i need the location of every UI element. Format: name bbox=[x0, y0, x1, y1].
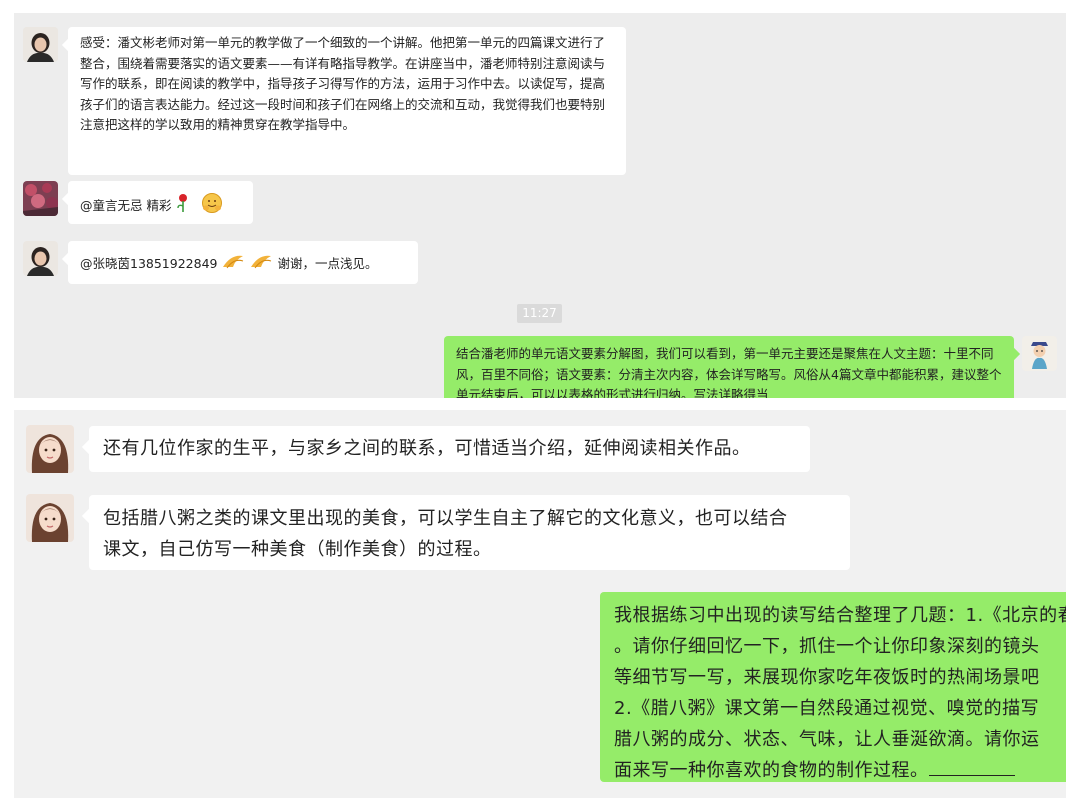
clap-icon bbox=[249, 252, 273, 277]
message-bubble[interactable]: @童言无忌 精彩 bbox=[61, 181, 253, 224]
message-text: 感受：潘文彬老师对第一单元的教学做了一个细致的一个讲解。他把第一单元的四篇课文进… bbox=[80, 35, 606, 132]
my-message-bubble[interactable]: 我根据练习中出现的读写结合整理了几题：1.《北京的春节》 。请你仔细回忆一下，抓… bbox=[600, 592, 1066, 782]
chat-panel-bottom[interactable]: 还有几位作家的生平，与家乡之间的联系，可惜适当介绍，延伸阅读相关作品。 包括腊八… bbox=[14, 410, 1066, 798]
avatar-red-blossoms[interactable] bbox=[23, 181, 58, 216]
message-line: 面来写一种你喜欢的食物的制作过程。 bbox=[614, 760, 929, 781]
chat-panel-top[interactable]: 感受：潘文彬老师对第一单元的教学做了一个细致的一个讲解。他把第一单元的四篇课文进… bbox=[14, 13, 1066, 398]
message-text: 结合潘老师的单元语文要素分解图，我们可以看到，第一单元主要还是聚焦在人文主题：十… bbox=[456, 346, 1002, 398]
message-bubble[interactable]: 感受：潘文彬老师对第一单元的教学做了一个细致的一个讲解。他把第一单元的四篇课文进… bbox=[61, 27, 626, 175]
avatar-woman-short-hair[interactable] bbox=[23, 241, 58, 276]
message-line: 2.《腊八粥》课文第一自然段通过视觉、嗅觉的描写 bbox=[614, 698, 1040, 719]
clap-icon bbox=[221, 252, 245, 277]
message-text: 还有几位作家的生平，与家乡之间的联系，可惜适当介绍，延伸阅读相关作品。 bbox=[103, 438, 751, 459]
message-bubble[interactable]: 还有几位作家的生平，与家乡之间的联系，可惜适当介绍，延伸阅读相关作品。 bbox=[81, 426, 810, 472]
message-line: 包括腊八粥之类的课文里出现的美食，可以学生自主了解它的文化意义，也可以结合 bbox=[103, 508, 788, 529]
message-line: 课文，自己仿写一种美食（制作美食）的过程。 bbox=[103, 539, 492, 560]
message-line: 腊八粥的成分、状态、气味，让人垂涎欲滴。请你运 bbox=[614, 729, 1040, 750]
hug-face-icon bbox=[201, 192, 223, 221]
message-line: 我根据练习中出现的读写结合整理了几题：1.《北京的春节》 bbox=[614, 605, 1066, 626]
timestamp: 11:27 bbox=[517, 304, 562, 323]
message-line: 等细节写一写，来展现你家吃年夜饭时的热闹场景吧 bbox=[614, 667, 1040, 688]
rose-icon bbox=[175, 193, 191, 220]
my-message-bubble[interactable]: 结合潘老师的单元语文要素分解图，我们可以看到，第一单元主要还是聚焦在人文主题：十… bbox=[444, 336, 1021, 398]
blank-underline bbox=[928, 761, 1015, 776]
message-text: 谢谢，一点浅见。 bbox=[277, 255, 378, 271]
message-line: 。请你仔细回忆一下，抓住一个让你印象深刻的镜头 bbox=[614, 636, 1040, 657]
avatar-girl-long-hair[interactable] bbox=[26, 425, 74, 473]
message-text: @童言无忌 精彩 bbox=[80, 197, 172, 213]
message-bubble[interactable]: 包括腊八粥之类的课文里出现的美食，可以学生自主了解它的文化意义，也可以结合 课文… bbox=[81, 495, 850, 570]
message-text: @张晓茵13851922849 bbox=[80, 255, 218, 271]
avatar-cartoon-character[interactable] bbox=[1022, 336, 1057, 371]
avatar-girl-long-hair[interactable] bbox=[26, 494, 74, 542]
message-bubble[interactable]: @张晓茵13851922849 谢谢，一点浅见。 bbox=[61, 241, 418, 284]
avatar-woman-short-hair[interactable] bbox=[23, 27, 58, 62]
